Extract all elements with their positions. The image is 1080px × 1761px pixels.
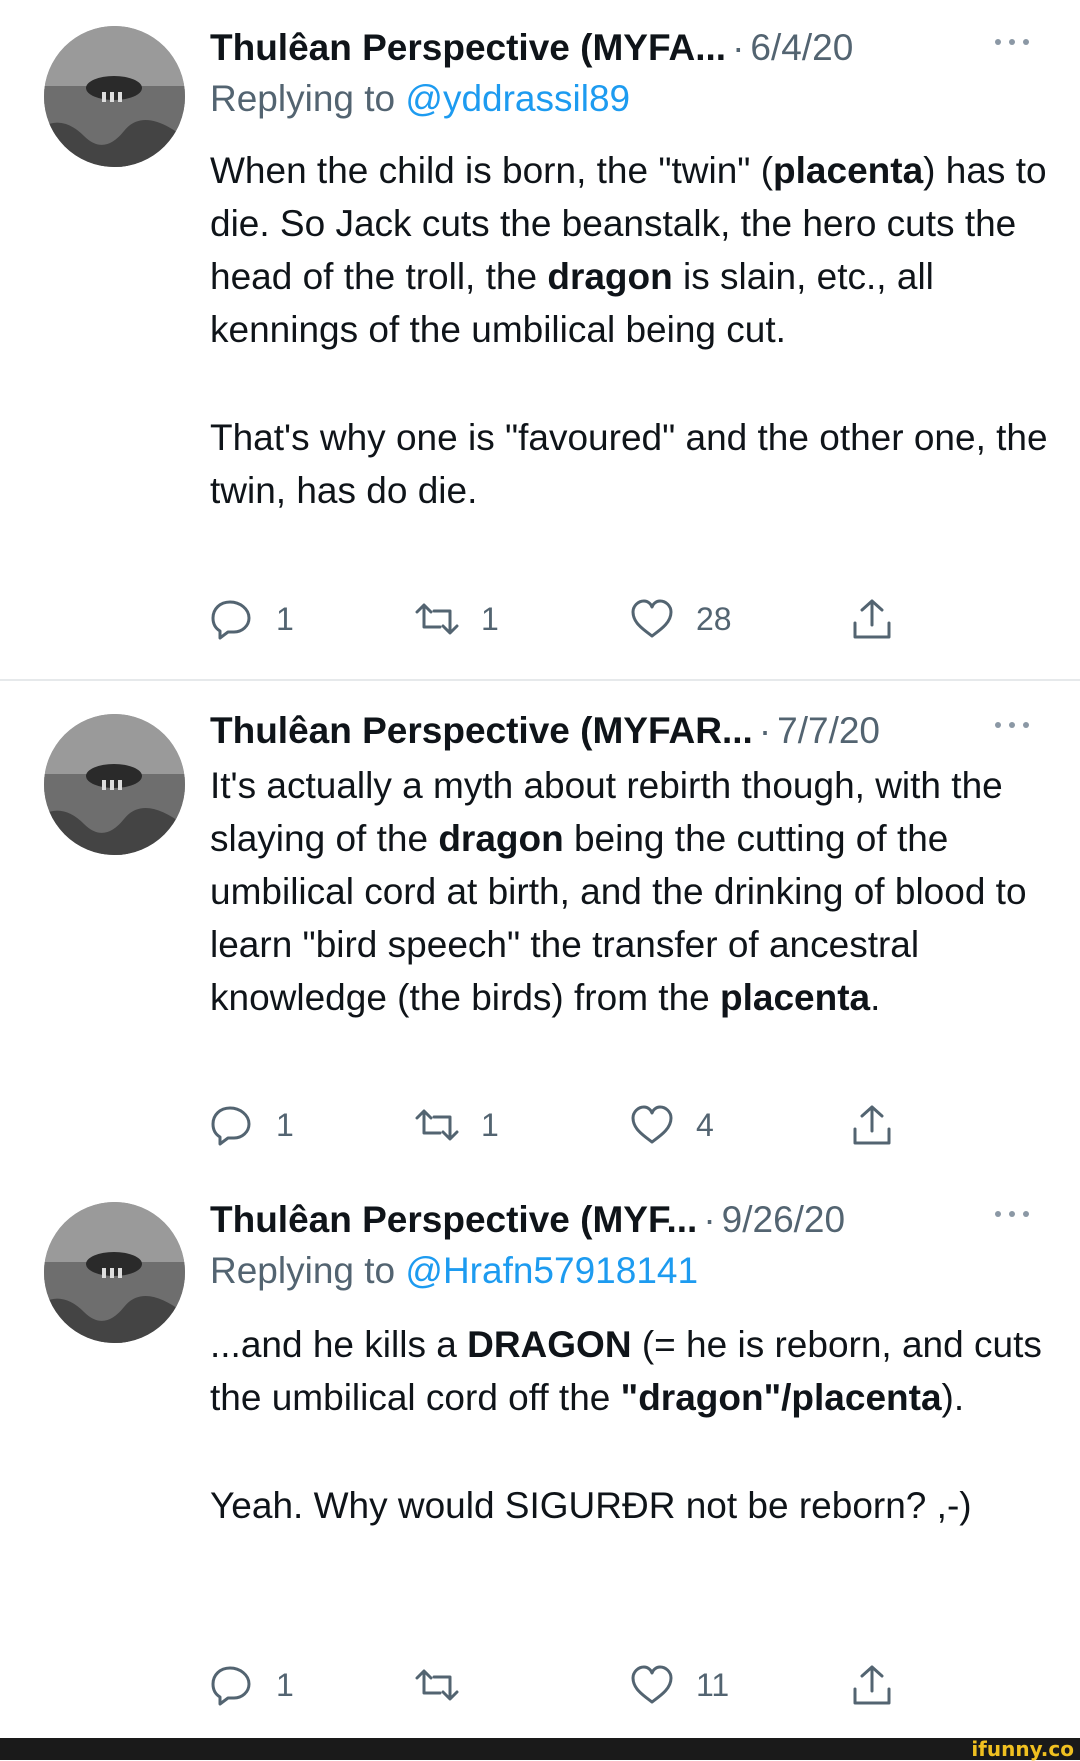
tweet-text: When the child is born, the "twin" (plac… [210, 144, 1060, 517]
ifunny-watermark: ifunny.co [971, 1737, 1074, 1761]
bold-term: DRAGON [467, 1324, 632, 1365]
more-options-icon[interactable] [992, 32, 1032, 52]
tweet-paragraph: Yeah. Why would SIGURÐR not be reborn? ,… [210, 1479, 1060, 1532]
text-run: ...and he kills a [210, 1324, 468, 1365]
avatar[interactable] [44, 714, 185, 855]
action-bar: 1 11 [210, 1660, 910, 1710]
tweet-header: Thulêan Perspective (MYFAR... · 7/7/20 [210, 705, 1050, 757]
share-icon [853, 599, 891, 639]
like-count: 4 [696, 1106, 714, 1143]
action-bar: 1 1 28 [210, 594, 910, 644]
retweet-button[interactable]: 1 [415, 594, 499, 644]
tweet-header: Thulêan Perspective (MYFA... · 6/4/20 [210, 22, 1050, 74]
replying-handle[interactable]: @yddrassil89 [405, 78, 630, 119]
like-button[interactable]: 28 [630, 594, 732, 644]
tweet-paragraph: That's why one is "favoured" and the oth… [210, 411, 1060, 517]
author-name[interactable]: Thulêan Perspective (MYF... [210, 1199, 697, 1241]
like-count: 11 [696, 1666, 730, 1703]
reply-button[interactable]: 1 [210, 1660, 294, 1710]
avatar-image [44, 714, 185, 855]
tweet-paragraph: ...and he kills a DRAGON (= he is reborn… [210, 1318, 1060, 1424]
bold-term: "dragon"/placenta [620, 1377, 942, 1418]
share-button[interactable] [850, 1660, 894, 1710]
retweet-icon [415, 1109, 459, 1141]
replying-prefix: Replying to [210, 1250, 406, 1291]
like-count: 28 [696, 600, 732, 637]
bold-term: placenta [720, 977, 871, 1018]
replying-prefix: Replying to [210, 78, 406, 119]
heart-icon [631, 1105, 673, 1144]
bold-term: dragon [547, 256, 673, 297]
share-icon [853, 1665, 891, 1705]
retweet-count: 1 [481, 600, 499, 637]
retweet-button[interactable] [415, 1660, 481, 1710]
reply-icon [211, 1666, 251, 1706]
tweet-date[interactable]: 6/4/20 [750, 27, 853, 69]
separator-dot: · [732, 27, 745, 68]
tweet-divider [0, 679, 1080, 681]
tweet-text: It's actually a myth about rebirth thoug… [210, 759, 1060, 1024]
like-button[interactable]: 11 [630, 1660, 729, 1710]
heart-icon [631, 1665, 673, 1704]
share-button[interactable] [850, 1100, 894, 1150]
text-run: . [870, 977, 881, 1018]
reply-count: 1 [276, 1106, 294, 1143]
replying-to: Replying to @Hrafn57918141 [210, 1250, 698, 1292]
tweet-text: ...and he kills a DRAGON (= he is reborn… [210, 1318, 1060, 1532]
share-button[interactable] [850, 594, 894, 644]
action-bar: 1 1 4 [210, 1100, 910, 1150]
retweet-count: 1 [481, 1106, 499, 1143]
reply-count: 1 [276, 600, 294, 637]
more-options-icon[interactable] [992, 1204, 1032, 1224]
author-name[interactable]: Thulêan Perspective (MYFA... [210, 27, 726, 69]
share-icon [853, 1105, 891, 1145]
heart-icon [631, 599, 673, 638]
tweet-date[interactable]: 9/26/20 [722, 1199, 845, 1241]
text-run: ). [941, 1377, 965, 1418]
text-run: That's why one is "favoured" and the oth… [210, 417, 1048, 511]
text-run: Yeah. Why would SIGURÐR not be reborn? ,… [210, 1485, 972, 1526]
retweet-icon [415, 603, 459, 635]
avatar[interactable] [44, 26, 185, 167]
bold-term: dragon [438, 818, 564, 859]
avatar-image [44, 26, 185, 167]
reply-count: 1 [276, 1666, 294, 1703]
retweet-icon [415, 1669, 459, 1701]
separator-dot: · [703, 1199, 716, 1240]
tweet-date[interactable]: 7/7/20 [777, 710, 880, 752]
separator-dot: · [758, 710, 772, 751]
avatar-image [44, 1202, 185, 1343]
replying-handle[interactable]: @Hrafn57918141 [405, 1250, 698, 1291]
replying-to: Replying to @yddrassil89 [210, 78, 630, 120]
more-options-icon[interactable] [992, 715, 1032, 735]
retweet-button[interactable]: 1 [415, 1100, 499, 1150]
reply-icon [211, 1106, 251, 1146]
reply-icon [211, 600, 251, 640]
bold-term: placenta [773, 150, 924, 191]
avatar[interactable] [44, 1202, 185, 1343]
watermark-bar: ifunny.co [0, 1738, 1080, 1760]
reply-button[interactable]: 1 [210, 594, 294, 644]
author-name[interactable]: Thulêan Perspective (MYFAR... [210, 710, 753, 752]
tweet-paragraph: When the child is born, the "twin" (plac… [210, 144, 1060, 356]
tweet-header: Thulêan Perspective (MYF... · 9/26/20 [210, 1194, 1050, 1246]
like-button[interactable]: 4 [630, 1100, 714, 1150]
tweet-paragraph: It's actually a myth about rebirth thoug… [210, 759, 1060, 1024]
text-run: When the child is born, the "twin" ( [210, 150, 774, 191]
reply-button[interactable]: 1 [210, 1100, 294, 1150]
